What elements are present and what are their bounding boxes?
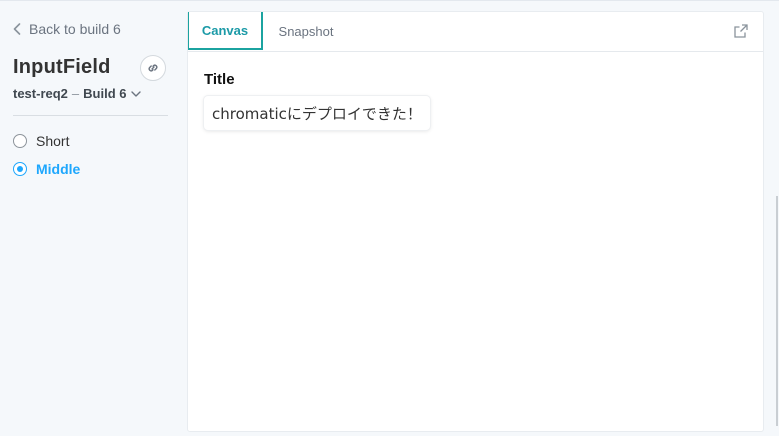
input-field-label: Title xyxy=(204,71,235,88)
story-label-short: Short xyxy=(36,133,70,149)
build-number: Build 6 xyxy=(83,86,127,101)
copy-link-button[interactable] xyxy=(140,55,166,81)
tab-canvas[interactable]: Canvas xyxy=(188,12,263,50)
story-label-middle: Middle xyxy=(36,161,81,177)
component-title: InputField xyxy=(13,56,111,78)
build-separator: – xyxy=(71,86,80,101)
tab-snapshot-label: Snapshot xyxy=(278,23,334,39)
scrollbar[interactable] xyxy=(776,196,778,426)
chevron-down-icon xyxy=(130,90,141,97)
input-field[interactable]: chromaticにデプロイできた！ xyxy=(204,96,430,130)
link-icon xyxy=(148,64,158,72)
chevron-left-icon xyxy=(13,23,21,35)
back-link-label: Back to build 6 xyxy=(29,21,121,37)
story-radio-short[interactable] xyxy=(13,134,27,148)
build-selector[interactable]: test-req2 – Build 6 xyxy=(13,86,141,101)
story-item-short[interactable]: Short xyxy=(13,131,69,151)
sidebar-divider xyxy=(13,115,168,116)
story-canvas: Title chromaticにデプロイできた！ xyxy=(188,52,763,431)
preview-panel: Canvas Snapshot Title chromaticにデプロイできた！ xyxy=(187,11,764,432)
tab-canvas-label: Canvas xyxy=(201,22,249,38)
tab-snapshot[interactable]: Snapshot xyxy=(268,12,344,50)
story-item-middle[interactable]: Middle xyxy=(13,159,80,179)
back-to-build-link[interactable]: Back to build 6 xyxy=(13,20,121,38)
story-radio-middle[interactable] xyxy=(13,162,27,176)
branch-name: test-req2 xyxy=(13,86,68,101)
tab-bar: Canvas Snapshot xyxy=(188,12,763,52)
external-link-icon[interactable] xyxy=(733,23,749,39)
sidebar: Back to build 6 InputField test-req2 – B… xyxy=(0,0,182,436)
